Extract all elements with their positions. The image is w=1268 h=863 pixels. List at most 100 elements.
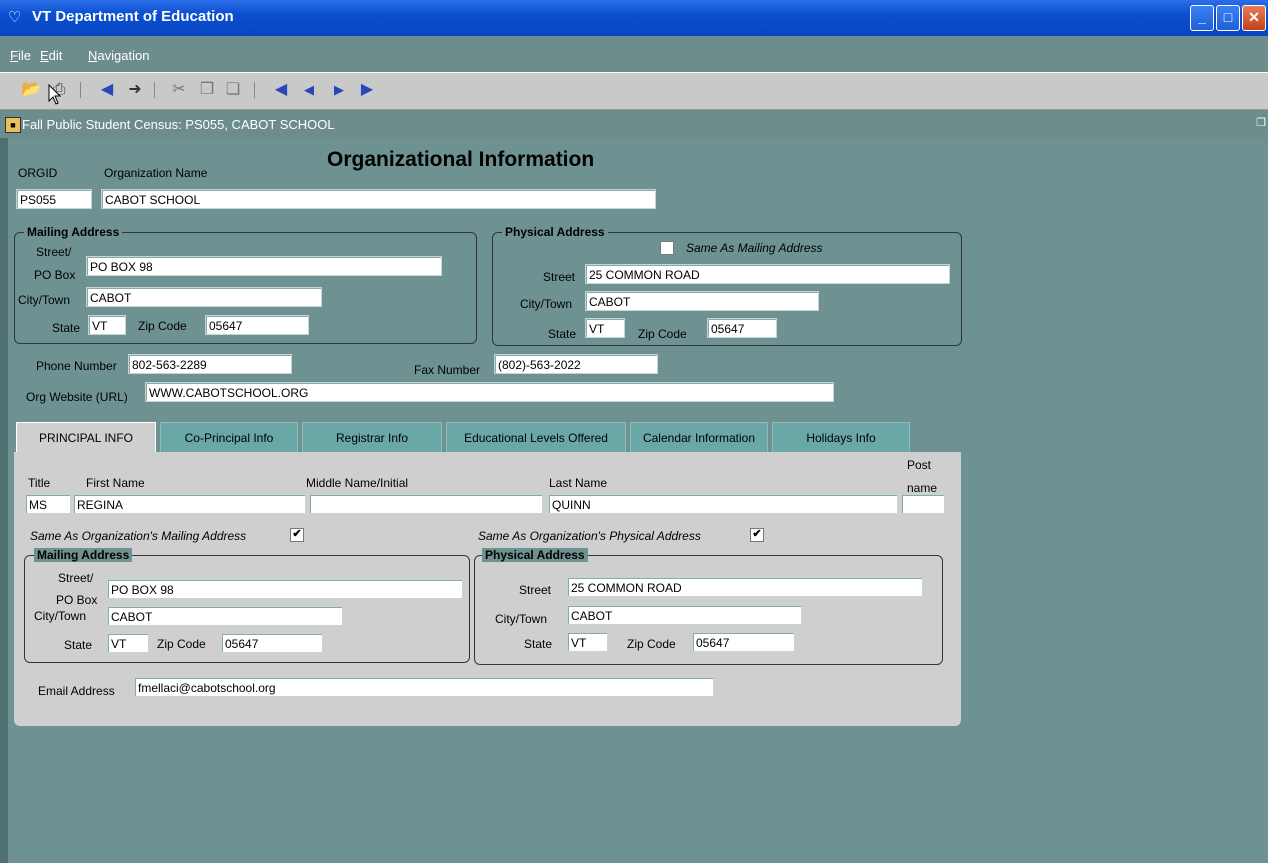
tab-principal-info[interactable]: PRINCIPAL INFO: [16, 422, 156, 454]
street-label: Street: [543, 270, 576, 284]
mailing-state-field[interactable]: VT: [88, 315, 126, 335]
same-as-org-mailing-label: Same As Organization's Mailing Address: [30, 529, 247, 543]
principal-physical-title: Physical Address: [482, 548, 588, 562]
menu-edit[interactable]: Edit: [40, 48, 62, 63]
city-label: City/Town: [520, 297, 573, 311]
city-label: City/Town: [34, 609, 87, 623]
physical-city-field[interactable]: CABOT: [585, 291, 819, 311]
tab-holidays-info[interactable]: Holidays Info: [772, 422, 910, 452]
page-heading: Organizational Information: [327, 148, 595, 171]
principal-mailing-street-field[interactable]: PO BOX 98: [107, 579, 463, 599]
principal-mailing-zip-field[interactable]: 05647: [221, 633, 323, 653]
tab-calendar-information[interactable]: Calendar Information: [630, 422, 768, 452]
email-label: Email Address: [38, 684, 115, 698]
menu-bar: File Edit Navigation: [0, 36, 1268, 72]
phone-label: Phone Number: [36, 359, 117, 373]
mailing-address-title: Mailing Address: [24, 225, 123, 239]
state-label: State: [52, 321, 81, 335]
toolbar-separator: [80, 82, 81, 98]
url-field[interactable]: WWW.CABOTSCHOOL.ORG: [145, 382, 834, 402]
window-title-bar: ♡ VT Department of Education _ □ ✕: [0, 0, 1268, 36]
principal-physical-state-field[interactable]: VT: [567, 632, 608, 652]
city-label: City/Town: [495, 612, 548, 626]
org-name-label: Organization Name: [104, 166, 208, 180]
fax-field[interactable]: (802)-563-2022: [494, 354, 658, 374]
toolbar-separator: [154, 82, 155, 98]
first-name-label: First Name: [86, 476, 145, 490]
app-icon: ♡: [8, 9, 22, 26]
same-as-mailing-checkbox[interactable]: [660, 241, 674, 255]
post-name-label-2: name: [907, 481, 938, 495]
toolbar-separator: [254, 82, 255, 98]
mouse-cursor-icon: [48, 84, 62, 105]
menu-navigation[interactable]: Navigation: [88, 48, 149, 63]
physical-street-field[interactable]: 25 COMMON ROAD: [585, 264, 950, 284]
middle-name-label: Middle Name/Initial: [306, 476, 409, 490]
zip-label: Zip Code: [627, 637, 676, 651]
principal-first-name-field[interactable]: REGINA: [73, 494, 306, 514]
next-icon[interactable]: ▶: [328, 79, 350, 101]
principal-middle-name-field[interactable]: [309, 494, 543, 514]
fax-label: Fax Number: [414, 363, 481, 377]
tab-co-principal-info[interactable]: Co-Principal Info: [160, 422, 298, 452]
physical-state-field[interactable]: VT: [585, 318, 625, 338]
open-folder-icon[interactable]: 📂: [20, 79, 42, 101]
principal-physical-street-field[interactable]: 25 COMMON ROAD: [567, 577, 923, 597]
close-button[interactable]: ✕: [1242, 5, 1266, 31]
state-label: State: [524, 637, 553, 651]
zip-label: Zip Code: [638, 327, 687, 341]
cut-icon[interactable]: ✂: [168, 79, 190, 101]
minimize-button[interactable]: _: [1190, 5, 1214, 31]
po-box-label: PO Box: [56, 593, 98, 607]
po-box-label: PO Box: [34, 268, 76, 282]
principal-mailing-title: Mailing Address: [34, 548, 133, 562]
street-label: Street/: [58, 571, 94, 585]
principal-mailing-state-field[interactable]: VT: [107, 633, 149, 653]
url-label: Org Website (URL): [26, 390, 128, 404]
principal-physical-city-field[interactable]: CABOT: [567, 605, 802, 625]
same-as-org-mailing-checkbox[interactable]: ✔: [290, 528, 304, 542]
maximize-button[interactable]: □: [1216, 5, 1240, 31]
principal-mailing-city-field[interactable]: CABOT: [107, 606, 343, 626]
same-as-org-physical-label: Same As Organization's Physical Address: [478, 529, 701, 543]
first-record-icon[interactable]: ◀: [96, 79, 118, 101]
principal-post-name-field[interactable]: [901, 494, 945, 514]
mailing-zip-field[interactable]: 05647: [205, 315, 309, 335]
last-name-label: Last Name: [549, 476, 608, 490]
exit-icon[interactable]: ➜: [124, 79, 146, 101]
previous-icon[interactable]: ◀: [298, 79, 320, 101]
principal-last-name-field[interactable]: QUINN: [548, 494, 898, 514]
city-label: City/Town: [18, 293, 71, 307]
menu-file[interactable]: File: [10, 48, 31, 63]
window-title: VT Department of Education: [32, 8, 234, 25]
form-icon: ■: [5, 117, 21, 133]
tab-educational-levels[interactable]: Educational Levels Offered: [446, 422, 626, 452]
form-title-bar: ■ Fall Public Student Census: PS055, CAB…: [0, 110, 1268, 138]
zip-label: Zip Code: [138, 319, 187, 333]
mailing-street-field[interactable]: PO BOX 98: [86, 256, 442, 276]
principal-title-field[interactable]: MS: [25, 494, 71, 514]
post-name-label: Post: [907, 458, 932, 472]
principal-email-field[interactable]: fmellaci@cabotschool.org: [134, 677, 714, 697]
last-icon[interactable]: ▶: [356, 79, 378, 101]
paste-icon[interactable]: ❏: [222, 79, 244, 101]
same-as-org-physical-checkbox[interactable]: ✔: [750, 528, 764, 542]
physical-zip-field[interactable]: 05647: [707, 318, 777, 338]
restore-icon[interactable]: ❐: [1256, 116, 1266, 129]
street-label: Street: [519, 583, 552, 597]
zip-label: Zip Code: [157, 637, 206, 651]
physical-address-title: Physical Address: [502, 225, 608, 239]
tab-registrar-info[interactable]: Registrar Info: [302, 422, 442, 452]
toolbar: 📂 ⎙ ◀ ➜ ✂ ❐ ❏ ◀ ◀ ▶ ▶: [0, 72, 1268, 110]
phone-field[interactable]: 802-563-2289: [128, 354, 292, 374]
org-name-field[interactable]: CABOT SCHOOL: [101, 189, 656, 209]
principal-physical-zip-field[interactable]: 05647: [692, 632, 795, 652]
title-label: Title: [28, 476, 51, 490]
state-label: State: [64, 638, 93, 652]
mailing-city-field[interactable]: CABOT: [86, 287, 322, 307]
rewind-icon[interactable]: ◀: [270, 79, 292, 101]
copy-icon[interactable]: ❐: [196, 79, 218, 101]
orgid-label: ORGID: [18, 166, 58, 180]
same-as-mailing-label: Same As Mailing Address: [686, 241, 823, 255]
orgid-field[interactable]: PS055: [16, 189, 92, 209]
